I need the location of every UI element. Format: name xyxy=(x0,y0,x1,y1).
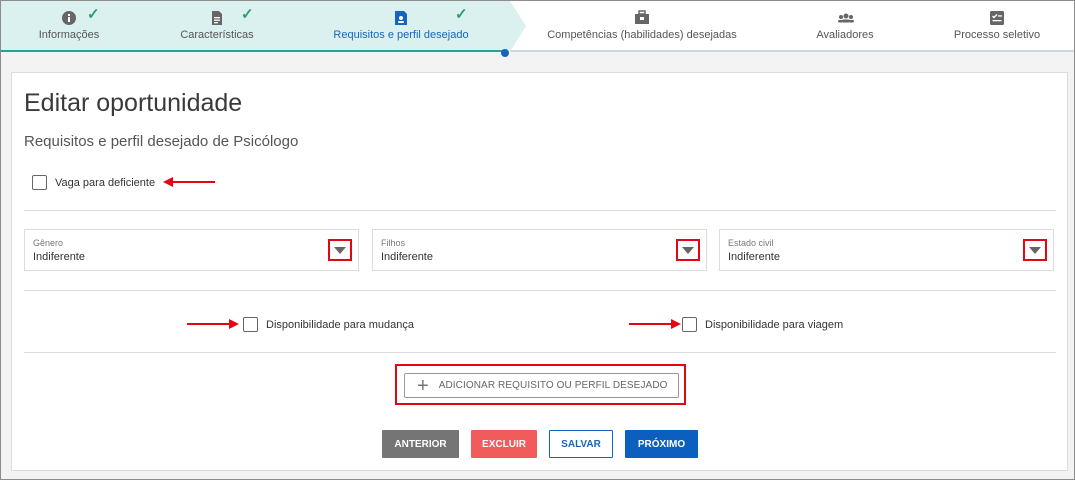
estado-civil-select[interactable]: Estado civil Indiferente xyxy=(719,229,1054,271)
step-avaliadores[interactable]: Avaliadores xyxy=(813,1,877,52)
current-step-indicator xyxy=(501,49,509,57)
briefcase-icon xyxy=(634,10,650,26)
genero-label: Gênero xyxy=(33,238,64,248)
info-icon xyxy=(61,10,77,26)
add-requirement-label: ADICIONAR REQUISITO OU PERFIL DESEJADO xyxy=(438,380,668,391)
deficiente-option: Vaga para deficiente xyxy=(32,175,155,190)
step-caracteristicas[interactable]: Características ✓ xyxy=(173,1,261,52)
filhos-label: Filhos xyxy=(381,238,406,248)
deficiente-checkbox[interactable] xyxy=(32,175,47,190)
save-button[interactable]: SALVAR xyxy=(549,430,613,458)
delete-button[interactable]: EXCLUIR xyxy=(471,430,537,458)
filhos-select[interactable]: Filhos Indiferente xyxy=(372,229,707,271)
estado-civil-label: Estado civil xyxy=(728,238,774,248)
step-processo-seletivo[interactable]: Processo seletivo xyxy=(951,1,1043,52)
deficiente-label: Vaga para deficiente xyxy=(55,176,156,189)
step-label: Características xyxy=(180,29,254,41)
page-subtitle: Requisitos e perfil desejado de Psicólog… xyxy=(24,133,299,150)
plus-icon: + xyxy=(417,374,429,397)
genero-value: Indiferente xyxy=(33,251,85,263)
checklist-icon xyxy=(989,10,1005,26)
previous-button[interactable]: ANTERIOR xyxy=(382,430,459,458)
annotation-highlight-box: + ADICIONAR REQUISITO OU PERFIL DESEJADO xyxy=(395,364,686,405)
step-label: Processo seletivo xyxy=(953,29,1041,41)
mudanca-option: Disponibilidade para mudança xyxy=(243,317,414,332)
step-requisitos[interactable]: Requisitos e perfil desejado ✓ xyxy=(331,1,471,52)
chevron-down-icon[interactable] xyxy=(1023,239,1047,261)
step-label: Requisitos e perfil desejado xyxy=(333,29,469,41)
annotation-arrow-right xyxy=(629,319,681,329)
divider xyxy=(24,290,1056,291)
chevron-down-icon[interactable] xyxy=(328,239,352,261)
filhos-value: Indiferente xyxy=(381,251,433,263)
step-informacoes[interactable]: Informações ✓ xyxy=(31,1,107,52)
step-label: Competências (habilidades) desejadas xyxy=(547,29,737,41)
check-icon: ✓ xyxy=(455,6,468,23)
viagem-checkbox[interactable] xyxy=(682,317,697,332)
genero-select[interactable]: Gênero Indiferente xyxy=(24,229,359,271)
viagem-option: Disponibilidade para viagem xyxy=(682,317,843,332)
next-button[interactable]: PRÓXIMO xyxy=(625,430,698,458)
mudanca-label: Disponibilidade para mudança xyxy=(266,318,414,331)
add-requirement-button[interactable]: + ADICIONAR REQUISITO OU PERFIL DESEJADO xyxy=(404,373,679,398)
check-icon: ✓ xyxy=(241,6,254,23)
page-title: Editar oportunidade xyxy=(24,89,243,117)
annotation-arrow-left xyxy=(163,177,215,187)
badge-icon xyxy=(393,10,409,26)
divider xyxy=(24,352,1056,353)
viagem-label: Disponibilidade para viagem xyxy=(705,318,844,331)
progress-stepper: Informações ✓ Características ✓ Requisit… xyxy=(1,1,1074,57)
group-icon xyxy=(837,10,854,26)
document-icon xyxy=(209,10,225,26)
edit-opportunity-card: Editar oportunidade Requisitos e perfil … xyxy=(11,72,1068,471)
annotation-arrow-right xyxy=(187,319,239,329)
estado-civil-value: Indiferente xyxy=(728,251,780,263)
check-icon: ✓ xyxy=(87,6,100,23)
mudanca-checkbox[interactable] xyxy=(243,317,258,332)
step-competencias[interactable]: Competências (habilidades) desejadas xyxy=(546,1,738,52)
divider xyxy=(24,210,1056,211)
step-label: Informações xyxy=(38,29,100,41)
step-label: Avaliadores xyxy=(816,29,874,41)
chevron-down-icon[interactable] xyxy=(676,239,700,261)
